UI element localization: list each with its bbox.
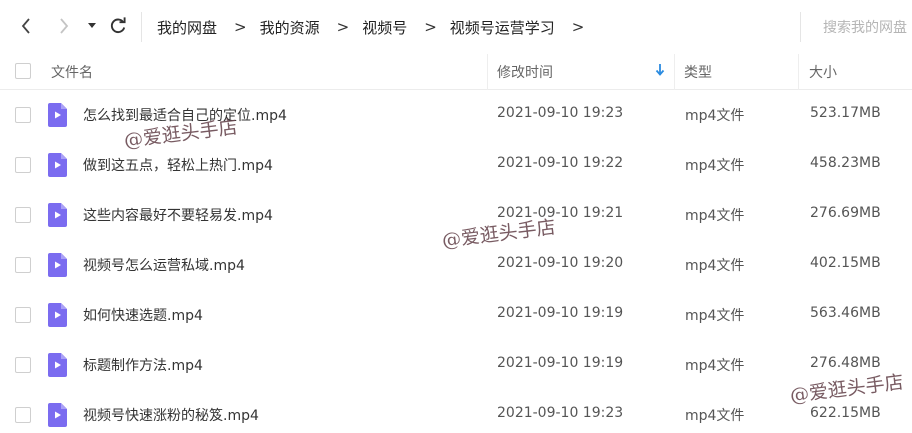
forward-button[interactable]: [50, 12, 78, 40]
video-file-icon: [48, 353, 67, 377]
column-header-modified[interactable]: 修改时间: [497, 62, 553, 82]
caret-down-icon: [88, 23, 96, 28]
column-divider: [798, 54, 799, 90]
column-divider: [674, 54, 675, 90]
video-file-icon: [48, 253, 67, 277]
row-checkbox[interactable]: [15, 157, 31, 173]
file-type: mp4文件: [685, 308, 745, 324]
file-modified-time: 2021-09-10 19:23: [497, 405, 624, 421]
refresh-button[interactable]: [104, 12, 132, 40]
column-header-size[interactable]: 大小: [809, 62, 837, 82]
file-size: 276.69MB: [810, 205, 881, 221]
file-row[interactable]: 标题制作方法.mp4 2021-09-10 19:19 mp4文件 276.48MB: [0, 340, 912, 390]
history-dropdown-button[interactable]: [80, 12, 104, 40]
breadcrumb-separator: >: [336, 18, 350, 36]
video-file-icon: [48, 103, 67, 127]
row-checkbox[interactable]: [15, 357, 31, 373]
file-modified-time: 2021-09-10 19:19: [497, 305, 624, 321]
row-checkbox[interactable]: [15, 257, 31, 273]
file-name[interactable]: 视频号怎么运营私域.mp4: [83, 255, 245, 275]
file-type: mp4文件: [685, 108, 745, 124]
file-row[interactable]: 如何快速选题.mp4 2021-09-10 19:19 mp4文件 563.46MB: [0, 290, 912, 340]
chevron-left-icon: [21, 18, 30, 34]
breadcrumb-separator: >: [234, 18, 247, 36]
video-file-icon: [48, 203, 67, 227]
breadcrumb-item-my-drive[interactable]: 我的网盘: [157, 17, 217, 38]
video-file-icon: [48, 303, 67, 327]
file-type: mp4文件: [685, 158, 745, 174]
breadcrumb-separator: >: [424, 18, 437, 36]
file-size: 622.15MB: [810, 405, 881, 421]
breadcrumb: 我的网盘 > 我的资源 > 视频号 > 视频号运营学习 >: [157, 17, 597, 37]
file-modified-time: 2021-09-10 19:20: [497, 255, 624, 271]
toolbar: 我的网盘 > 我的资源 > 视频号 > 视频号运营学习 > 搜索我的网盘: [0, 0, 912, 54]
file-modified-time: 2021-09-10 19:23: [497, 105, 624, 121]
arrow-down-icon[interactable]: [655, 63, 665, 81]
file-table-header: 文件名 修改时间 类型 大小: [0, 54, 912, 90]
column-header-type[interactable]: 类型: [684, 62, 712, 82]
video-file-icon: [48, 153, 67, 177]
breadcrumb-item-my-resources[interactable]: 我的资源: [260, 17, 320, 38]
select-all-checkbox[interactable]: [15, 63, 31, 79]
file-type: mp4文件: [685, 208, 745, 224]
row-checkbox[interactable]: [15, 107, 31, 123]
file-size: 276.48MB: [810, 355, 881, 371]
file-row[interactable]: 视频号快速涨粉的秘笈.mp4 2021-09-10 19:23 mp4文件 622.1…: [0, 390, 912, 433]
toolbar-divider: [141, 12, 142, 42]
column-divider: [487, 54, 488, 90]
search-input[interactable]: 搜索我的网盘: [823, 17, 907, 37]
file-modified-time: 2021-09-10 19:22: [497, 155, 624, 171]
file-type: mp4文件: [685, 358, 745, 374]
refresh-icon: [110, 17, 126, 34]
file-type: mp4文件: [685, 258, 745, 274]
file-name[interactable]: 标题制作方法.mp4: [83, 355, 203, 375]
search-divider: [800, 12, 801, 42]
chevron-right-icon: [60, 18, 69, 34]
row-checkbox[interactable]: [15, 407, 31, 423]
file-size: 458.23MB: [810, 155, 881, 171]
breadcrumb-item-channels-learning[interactable]: 视频号运营学习: [450, 17, 555, 38]
video-file-icon: [48, 403, 67, 427]
file-modified-time: 2021-09-10 19:19: [497, 355, 624, 371]
breadcrumb-item-channels[interactable]: 视频号: [362, 17, 407, 38]
file-name[interactable]: 这些内容最好不要轻易发.mp4: [83, 205, 273, 225]
file-type: mp4文件: [685, 408, 745, 424]
back-button[interactable]: [12, 12, 40, 40]
breadcrumb-dropdown-arrow[interactable]: >: [572, 18, 585, 36]
row-checkbox[interactable]: [15, 207, 31, 223]
column-header-name[interactable]: 文件名: [51, 62, 93, 82]
file-name[interactable]: 如何快速选题.mp4: [83, 305, 203, 325]
file-size: 523.17MB: [810, 105, 881, 121]
row-checkbox[interactable]: [15, 307, 31, 323]
file-size: 563.46MB: [810, 305, 881, 321]
file-size: 402.15MB: [810, 255, 881, 271]
file-name[interactable]: 做到这五点，轻松上热门.mp4: [83, 155, 273, 175]
file-name[interactable]: 视频号快速涨粉的秘笈.mp4: [83, 405, 259, 425]
